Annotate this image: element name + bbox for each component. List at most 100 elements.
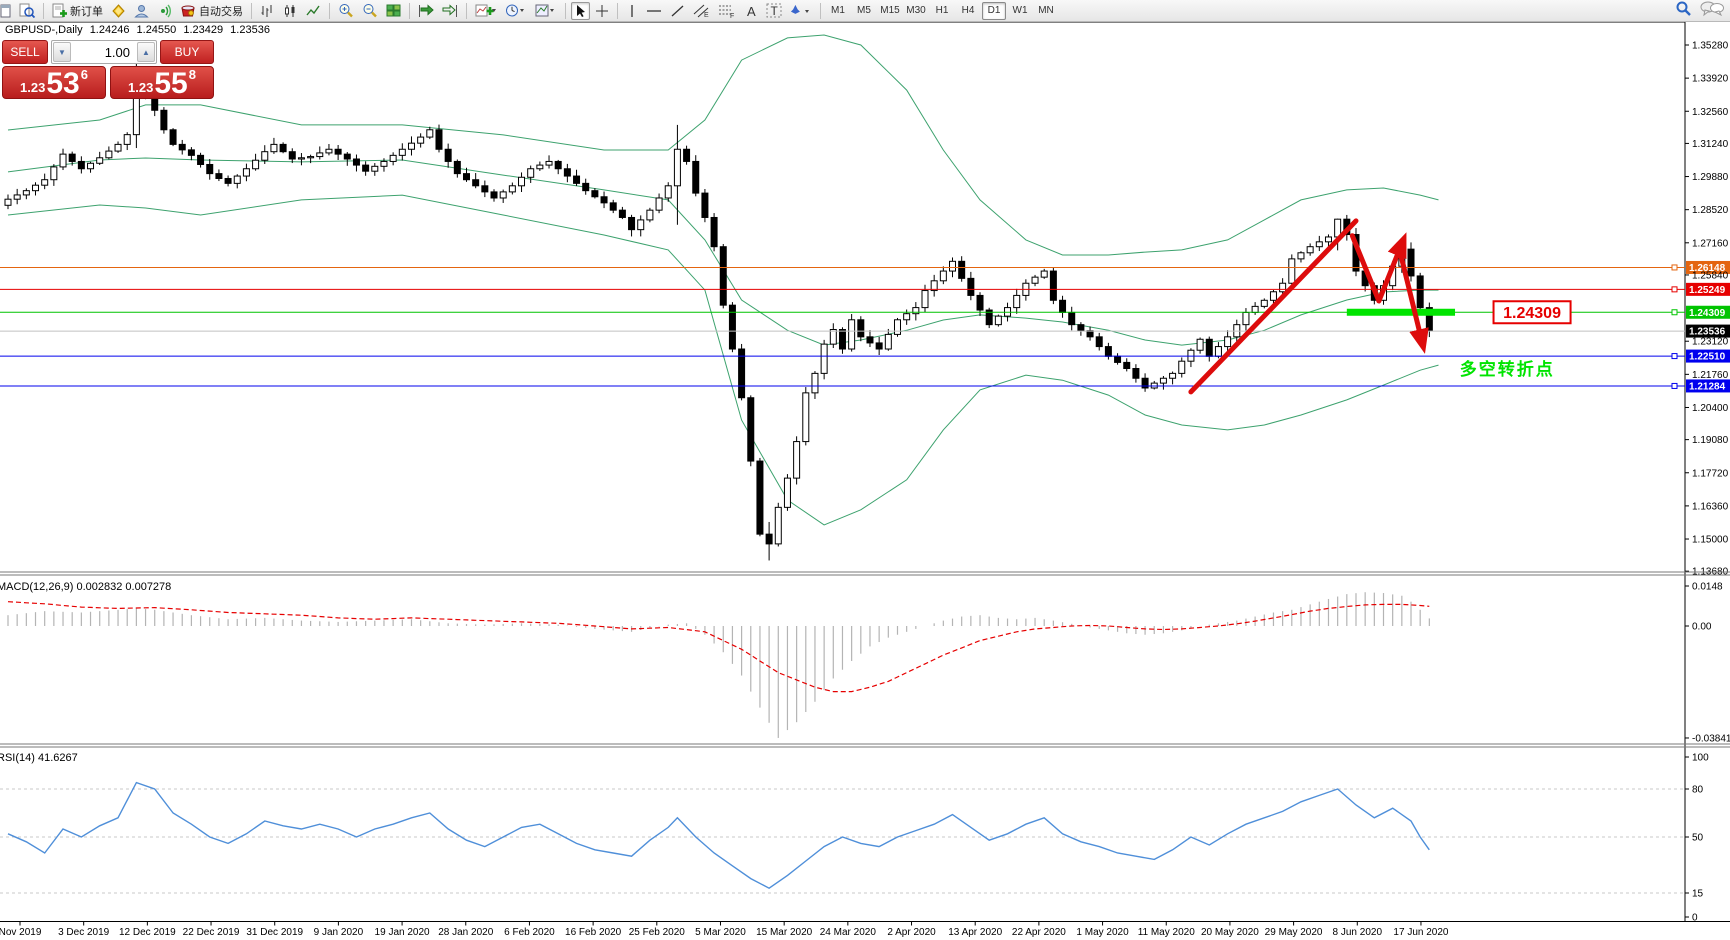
candle-body (427, 130, 433, 137)
price-tick-label: 1.32560 (1692, 107, 1729, 118)
time-axis[interactable]: Nov 20193 Dec 201912 Dec 201922 Dec 2019… (0, 922, 1449, 939)
auto-scroll-icon[interactable] (415, 2, 437, 20)
arrows-icon[interactable] (787, 2, 815, 20)
text-icon[interactable]: A (741, 2, 761, 20)
candle-body (33, 185, 39, 190)
chart-background (0, 22, 1685, 922)
level-handle[interactable] (1672, 354, 1677, 359)
candle-body (839, 330, 845, 349)
window-icon[interactable] (0, 2, 14, 20)
candle-body (1206, 339, 1212, 356)
timeframe-button-M1[interactable]: M1 (826, 2, 850, 20)
time-tick-label: 24 Mar 2020 (820, 927, 877, 938)
crosshair-icon[interactable] (592, 2, 612, 20)
volume-input[interactable]: 1.00 (72, 41, 136, 63)
timeframe-button-H1[interactable]: H1 (930, 2, 954, 20)
indicators-icon[interactable] (472, 2, 500, 20)
candle-body (1325, 237, 1331, 242)
candle-body (610, 203, 616, 210)
candle-body (1133, 369, 1139, 379)
chart-title: GBPUSD-,Daily 1.24246 1.24550 1.23429 1.… (5, 24, 274, 36)
time-tick-label: 8 Jun 2020 (1333, 927, 1383, 938)
chat-icon[interactable] (1700, 1, 1724, 20)
timeframe-button-M5[interactable]: M5 (852, 2, 876, 20)
signals-icon[interactable] (154, 2, 175, 20)
level-handle[interactable] (1672, 287, 1677, 292)
sell-price-panel[interactable]: 1.23 53 6 (2, 66, 106, 99)
cursor-icon[interactable] (571, 2, 590, 20)
candle-body (876, 343, 882, 349)
tile-windows-icon[interactable] (383, 2, 404, 20)
timeframe-button-W1[interactable]: W1 (1008, 2, 1032, 20)
candle-body (940, 271, 946, 281)
timeframe-button-D1[interactable]: D1 (982, 2, 1006, 20)
price-tick-label: 1.17720 (1692, 468, 1729, 479)
sell-button[interactable]: SELL (2, 40, 48, 64)
svg-text:T: T (771, 4, 779, 18)
bar-chart-icon[interactable] (257, 2, 278, 20)
candle-body (1225, 337, 1231, 347)
support-zone-bar[interactable] (1347, 309, 1455, 316)
trendline-icon[interactable] (667, 2, 688, 20)
price-badge-label: 1.21284 (1689, 381, 1726, 392)
cn-note-text: 多空转折点 (1460, 359, 1555, 379)
candle-body (1261, 300, 1267, 306)
ohlc-open: 1.24246 (90, 24, 130, 36)
zoom-out-icon[interactable] (359, 2, 381, 20)
search-icon[interactable] (1675, 1, 1692, 20)
candle-body (308, 157, 314, 158)
candle-body (720, 247, 726, 305)
chart-shift-icon[interactable] (439, 2, 461, 20)
text-label-icon[interactable]: T (763, 2, 785, 20)
level-handle[interactable] (1672, 265, 1677, 270)
timeframe-button-H4[interactable]: H4 (956, 2, 980, 20)
candle-body (968, 278, 974, 295)
candle-body (1316, 242, 1322, 247)
candle-body (1078, 325, 1084, 331)
template-icon[interactable] (532, 2, 560, 20)
level-handle[interactable] (1672, 310, 1677, 315)
new-order-button[interactable]: 新订单 (49, 2, 106, 20)
data-window-icon[interactable] (16, 2, 38, 20)
candlestick-icon[interactable] (280, 2, 301, 20)
fibonacci-icon[interactable]: F (715, 2, 739, 20)
candle-body (629, 217, 635, 229)
timeframe-button-M15[interactable]: M15 (878, 2, 902, 20)
vertical-line-icon[interactable] (623, 2, 641, 20)
svg-text:A: A (747, 4, 756, 18)
candle-body (1270, 292, 1276, 301)
accounts-icon[interactable] (131, 2, 152, 20)
candle-body (583, 183, 589, 190)
candle-body (519, 177, 525, 186)
candle-body (482, 186, 488, 192)
autotrade-button[interactable]: 自动交易 (177, 2, 246, 20)
line-chart-icon[interactable] (303, 2, 324, 20)
candle-body (656, 198, 662, 210)
periods-icon[interactable] (502, 2, 530, 20)
candle-body (821, 344, 827, 373)
candle-body (528, 169, 534, 178)
buy-button[interactable]: BUY (160, 40, 214, 64)
zoom-in-icon[interactable] (335, 2, 357, 20)
candle-body (1014, 295, 1020, 307)
rsi-tick-label: 100 (1692, 753, 1709, 764)
buy-price-panel[interactable]: 1.23 55 8 (110, 66, 214, 99)
time-tick-label: 22 Apr 2020 (1012, 927, 1066, 938)
timeframe-button-MN[interactable]: MN (1034, 2, 1058, 20)
candle-body (977, 295, 983, 310)
volume-up-button[interactable]: ▲ (137, 42, 155, 62)
level-handle[interactable] (1672, 383, 1677, 388)
candle-body (445, 149, 451, 161)
candle-body (170, 130, 176, 145)
candle-body (289, 152, 295, 159)
time-tick-label: Nov 2019 (0, 927, 42, 938)
horizontal-line-icon[interactable] (643, 2, 665, 20)
candle-body (812, 373, 818, 392)
volume-down-button[interactable]: ▼ (53, 42, 71, 62)
chart-area[interactable]: 1.261481.252491.243091.235361.225101.212… (0, 0, 1730, 940)
ohlc-high: 1.24550 (137, 24, 177, 36)
equidistant-channel-icon[interactable]: E (690, 2, 713, 20)
candle-body (867, 337, 873, 343)
timeframe-button-M30[interactable]: M30 (904, 2, 928, 20)
gold-icon[interactable] (108, 2, 129, 20)
